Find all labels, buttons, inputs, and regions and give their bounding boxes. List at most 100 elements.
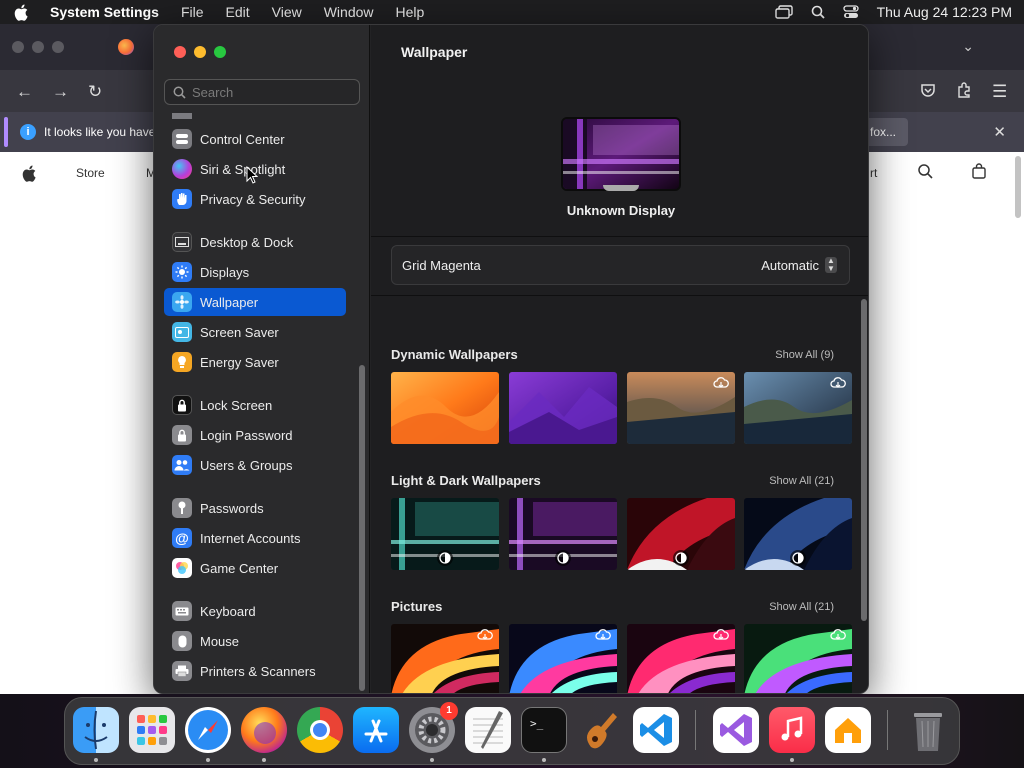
music-icon[interactable] — [769, 707, 815, 753]
wallpaper-thumbnail[interactable] — [509, 372, 617, 444]
show-all-button[interactable]: Show All (21) — [769, 475, 834, 487]
garageband-icon[interactable] — [577, 707, 623, 753]
finder-icon[interactable] — [73, 707, 119, 753]
visual-studio-icon[interactable] — [713, 707, 759, 753]
safari-icon[interactable] — [185, 707, 231, 753]
wallpaper-thumbnail[interactable] — [744, 498, 852, 570]
show-all-button[interactable]: Show All (9) — [775, 349, 834, 361]
section-title: Pictures — [391, 599, 443, 614]
window-minimize-button[interactable] — [194, 46, 206, 58]
sidebar-item-label: Internet Accounts — [200, 530, 301, 546]
trash-icon[interactable] — [905, 707, 951, 753]
vscode-icon[interactable] — [633, 707, 679, 753]
apple-logo-icon[interactable] — [22, 165, 36, 185]
terminal-icon[interactable]: >_ — [521, 707, 567, 753]
zoom-dot[interactable] — [52, 41, 64, 53]
extensions-icon[interactable] — [956, 82, 972, 103]
wallpaper-thumbnail[interactable] — [509, 624, 617, 693]
menu-window[interactable]: Window — [324, 4, 374, 20]
sidebar-item-privacy-security[interactable]: Privacy & Security — [164, 185, 346, 213]
notice-text: It looks like you have — [44, 125, 156, 139]
sidebar-item-passwords[interactable]: Passwords — [164, 494, 346, 522]
menubar-clock[interactable]: Thu Aug 24 12:23 PM — [877, 4, 1012, 20]
show-all-button[interactable]: Show All (21) — [769, 601, 834, 613]
wallpaper-thumbnail[interactable] — [627, 498, 735, 570]
wallpaper-thumbnail[interactable] — [627, 624, 735, 693]
textedit-icon[interactable] — [465, 707, 511, 753]
search-icon[interactable] — [918, 164, 933, 182]
sidebar-item-printers-scanners[interactable]: Printers & Scanners — [164, 657, 346, 685]
download-cloud-icon — [830, 376, 846, 392]
apple-menu-icon[interactable] — [12, 3, 30, 21]
at-icon: @ — [172, 528, 192, 548]
close-icon[interactable]: ✕ — [993, 123, 1006, 141]
sidebar-item-partial[interactable] — [164, 113, 346, 119]
shopping-bag-icon[interactable] — [972, 163, 986, 182]
sidebar-item-control-center[interactable]: Control Center — [164, 125, 346, 153]
running-indicator — [94, 758, 98, 762]
minimize-dot[interactable] — [32, 41, 44, 53]
sidebar-item-login-password[interactable]: Login Password — [164, 421, 346, 449]
spotlight-search-icon[interactable] — [811, 5, 825, 19]
chevron-down-icon[interactable]: ⌄ — [962, 38, 974, 55]
sidebar-scrollbar[interactable] — [359, 365, 365, 691]
sidebar-item-keyboard[interactable]: Keyboard — [164, 597, 346, 625]
gallery-scrollbar[interactable] — [861, 299, 867, 621]
launchpad-icon[interactable] — [129, 707, 175, 753]
sidebar-item-displays[interactable]: Displays — [164, 258, 346, 286]
screen-mirroring-icon[interactable] — [774, 5, 793, 19]
appearance-mode-select[interactable]: Automatic ▲ ▼ — [761, 257, 837, 273]
window-close-button[interactable] — [174, 46, 186, 58]
menu-view[interactable]: View — [272, 4, 302, 20]
running-indicator — [790, 758, 794, 762]
menu-help[interactable]: Help — [396, 4, 425, 20]
lock-icon — [172, 395, 192, 415]
sidebar-item-mouse[interactable]: Mouse — [164, 627, 346, 655]
nav-support-link[interactable]: rt — [870, 166, 877, 180]
back-icon[interactable]: ← — [16, 82, 33, 102]
sidebar-item-users-groups[interactable]: Users & Groups — [164, 451, 346, 479]
hamburger-menu-icon[interactable]: ☰ — [992, 82, 1007, 102]
chrome-icon[interactable] — [297, 707, 343, 753]
home-icon[interactable] — [825, 707, 871, 753]
sidebar-item-wallpaper[interactable]: Wallpaper — [164, 288, 346, 316]
window-zoom-button[interactable] — [214, 46, 226, 58]
current-wallpaper-row: Grid Magenta Automatic ▲ ▼ — [391, 245, 850, 285]
wallpaper-thumbnail[interactable] — [627, 372, 735, 444]
wallpaper-thumbnail[interactable] — [391, 624, 499, 693]
wallpaper-thumbnail[interactable] — [391, 372, 499, 444]
sidebar-item-lock-screen[interactable]: Lock Screen — [164, 391, 346, 419]
sidebar-item-desktop-dock[interactable]: Desktop & Dock — [164, 228, 346, 256]
running-indicator — [262, 758, 266, 762]
search-input[interactable]: Search — [164, 79, 360, 105]
firefox-icon[interactable] — [241, 707, 287, 753]
pocket-icon[interactable] — [920, 82, 936, 103]
wallpaper-thumbnail[interactable] — [509, 498, 617, 570]
forward-icon[interactable]: → — [52, 82, 69, 102]
wallpaper-thumbnail[interactable] — [744, 372, 852, 444]
sidebar-item-label: Printers & Scanners — [200, 663, 316, 679]
app-store-icon[interactable] — [353, 707, 399, 753]
sidebar-item-game-center[interactable]: Game Center — [164, 554, 346, 582]
download-cloud-icon — [595, 628, 611, 644]
close-dot[interactable] — [12, 41, 24, 53]
sidebar-item-internet-accounts[interactable]: @ Internet Accounts — [164, 524, 346, 552]
menu-edit[interactable]: Edit — [226, 4, 250, 20]
sidebar-item-energy-saver[interactable]: Energy Saver — [164, 348, 346, 376]
app-menu[interactable]: System Settings — [50, 4, 159, 20]
printer-icon — [172, 661, 192, 681]
page-scrollbar[interactable] — [1015, 156, 1021, 218]
firefox-tab-icon[interactable] — [118, 39, 134, 55]
control-center-toggle-icon[interactable] — [842, 5, 859, 19]
svg-text:>_: >_ — [530, 717, 544, 730]
download-cloud-icon — [713, 628, 729, 644]
nav-store-link[interactable]: Store — [76, 166, 105, 180]
wallpaper-thumbnail[interactable] — [744, 624, 852, 693]
reload-icon[interactable]: ↻ — [88, 82, 102, 102]
running-indicator — [206, 758, 210, 762]
system-settings-window: Search Control Center Siri & Spotlight P — [153, 24, 869, 694]
sidebar-item-screen-saver[interactable]: Screen Saver — [164, 318, 346, 346]
wallpaper-thumbnail[interactable] — [391, 498, 499, 570]
download-cloud-icon — [477, 628, 493, 644]
menu-file[interactable]: File — [181, 4, 204, 20]
